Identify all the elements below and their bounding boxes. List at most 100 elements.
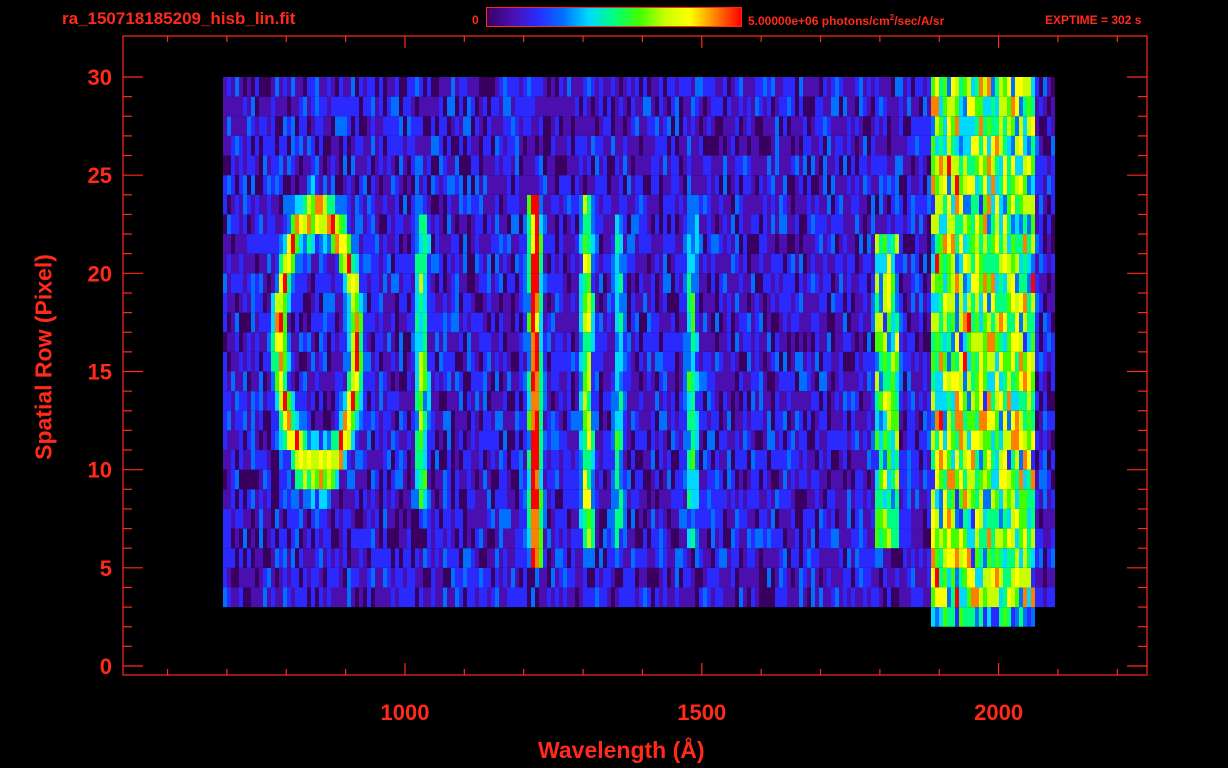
heatmap-cell	[327, 508, 331, 529]
heatmap-cell	[547, 175, 551, 195]
heatmap-cell	[443, 371, 447, 392]
heatmap-cell	[755, 273, 759, 293]
heatmap-cell	[787, 371, 791, 392]
heatmap-cell	[839, 548, 843, 568]
heatmap-cell	[511, 214, 515, 235]
heatmap-cell	[323, 410, 327, 431]
heatmap-cell	[859, 175, 863, 195]
heatmap-cell	[663, 194, 667, 215]
heatmap-cell	[419, 548, 423, 568]
heatmap-cell	[979, 273, 983, 293]
heatmap-cell	[423, 253, 427, 274]
heatmap-cell	[947, 410, 951, 431]
heatmap-cell	[839, 410, 843, 431]
heatmap-cell	[411, 489, 415, 509]
heatmap-cell	[767, 194, 771, 215]
heatmap-cell	[247, 528, 251, 549]
heatmap-cell	[715, 587, 719, 608]
heatmap-cell	[367, 135, 371, 156]
heatmap-cell	[315, 234, 319, 254]
heatmap-cell	[347, 273, 351, 293]
heatmap-cell	[855, 175, 859, 195]
heatmap-cell	[463, 430, 467, 451]
heatmap-cell	[911, 135, 915, 156]
heatmap-cell	[535, 489, 539, 509]
heatmap-cell	[491, 489, 495, 509]
heatmap-cell	[1043, 253, 1047, 274]
heatmap-cell	[827, 292, 831, 313]
heatmap-cell	[323, 312, 327, 333]
heatmap-cell	[247, 214, 251, 235]
heatmap-cell	[431, 469, 435, 490]
heatmap-cell	[931, 292, 935, 313]
heatmap-cell	[571, 332, 575, 352]
heatmap-cell	[807, 450, 811, 470]
heatmap-cell	[703, 273, 707, 293]
heatmap-cell	[635, 312, 639, 333]
heatmap-cell	[443, 135, 447, 156]
heatmap-cell	[347, 135, 351, 156]
heatmap-cell	[803, 175, 807, 195]
heatmap-cell	[867, 391, 871, 411]
heatmap-cell	[363, 155, 367, 176]
heatmap-cell	[527, 528, 531, 549]
heatmap-cell	[539, 194, 543, 215]
heatmap-cell	[1003, 587, 1007, 608]
spectrum-plot: 1000 1500 2000051015202530	[88, 35, 1148, 725]
heatmap-cell	[275, 528, 279, 549]
heatmap-cell	[847, 234, 851, 254]
heatmap-cell	[939, 371, 943, 392]
heatmap-cell	[919, 371, 923, 392]
heatmap-cell	[359, 567, 363, 588]
heatmap-cell	[615, 214, 619, 235]
heatmap-cell	[243, 234, 247, 254]
heatmap-cell	[759, 135, 763, 156]
heatmap-cell	[943, 234, 947, 254]
heatmap-cell	[907, 234, 911, 254]
heatmap-cell	[747, 292, 751, 313]
heatmap-cell	[571, 292, 575, 313]
heatmap-cell	[903, 155, 907, 176]
heatmap-cell	[819, 312, 823, 333]
heatmap-cell	[1019, 391, 1023, 411]
heatmap-cell	[591, 548, 595, 568]
heatmap-cell	[847, 587, 851, 608]
heatmap-cell	[627, 371, 631, 392]
heatmap-cell	[275, 430, 279, 451]
heatmap-cell	[939, 508, 943, 529]
heatmap-cell	[519, 450, 523, 470]
heatmap-cell	[331, 155, 335, 176]
heatmap-cell	[787, 567, 791, 588]
heatmap-cell	[1039, 371, 1043, 392]
heatmap-cell	[443, 469, 447, 490]
heatmap-cell	[459, 548, 463, 568]
heatmap-cell	[659, 548, 663, 568]
heatmap-cell	[471, 528, 475, 549]
heatmap-cell	[439, 312, 443, 333]
heatmap-cell	[1027, 194, 1031, 215]
heatmap-cell	[299, 410, 303, 431]
heatmap-cell	[395, 450, 399, 470]
heatmap-cell	[663, 528, 667, 549]
heatmap-cell	[607, 292, 611, 313]
heatmap-cell	[715, 371, 719, 392]
heatmap-cell	[707, 450, 711, 470]
heatmap-cell	[307, 253, 311, 274]
heatmap-cell	[971, 155, 975, 176]
heatmap-cell	[259, 214, 263, 235]
heatmap-cell	[871, 567, 875, 588]
heatmap-cell	[451, 469, 455, 490]
heatmap-cell	[311, 528, 315, 549]
heatmap-cell	[347, 253, 351, 274]
heatmap-cell	[615, 194, 619, 215]
heatmap-cell	[891, 253, 895, 274]
heatmap-cell	[587, 410, 591, 431]
heatmap-cell	[535, 410, 539, 431]
heatmap-cell	[635, 234, 639, 254]
heatmap-cell	[835, 214, 839, 235]
heatmap-cell	[343, 587, 347, 608]
heatmap-cell	[1015, 234, 1019, 254]
heatmap-cell	[355, 234, 359, 254]
heatmap-cell	[943, 155, 947, 176]
heatmap-cell	[363, 567, 367, 588]
